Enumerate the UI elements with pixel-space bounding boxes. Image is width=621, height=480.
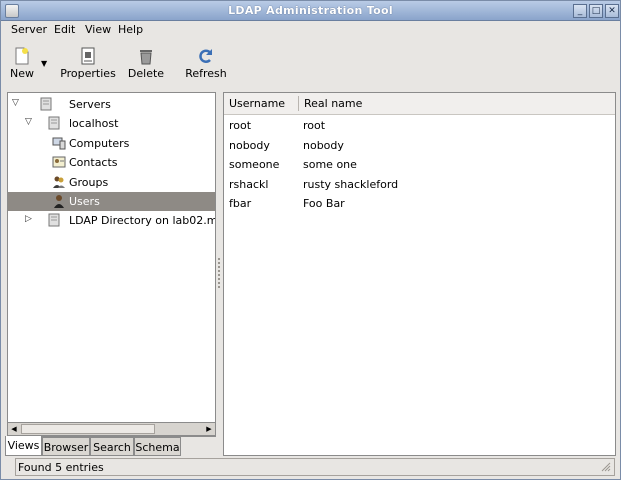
cell-realname: rusty shackleford <box>303 178 399 191</box>
server-icon <box>48 116 60 130</box>
menu-view[interactable]: View <box>85 23 111 36</box>
user-icon <box>54 195 64 208</box>
cell-username: root <box>229 119 252 132</box>
column-header-realname[interactable]: Real name <box>304 97 362 110</box>
entries-table[interactable]: Username Real name root root nobody nobo… <box>223 92 616 456</box>
tree-label-localhost: localhost <box>69 117 119 130</box>
window-title: LDAP Administration Tool <box>228 4 393 17</box>
close-button[interactable]: ✕ <box>605 4 619 18</box>
table-row[interactable]: root root <box>224 116 615 135</box>
tree-item-contacts[interactable]: Contacts <box>8 153 215 172</box>
properties-label: Properties <box>60 67 116 80</box>
status-text: Found 5 entries <box>18 461 104 474</box>
tree-item-users[interactable]: Users <box>8 192 215 211</box>
new-label: New <box>10 67 34 80</box>
tree-item-servers[interactable]: ▽ Servers <box>8 95 215 114</box>
resize-grip-icon[interactable] <box>601 462 611 472</box>
cell-username: nobody <box>229 139 270 152</box>
tree-label-contacts: Contacts <box>69 156 118 169</box>
table-row[interactable]: fbar Foo Bar <box>224 194 615 213</box>
app-window: LDAP Administration Tool _ □ ✕ Server Ed… <box>0 0 621 480</box>
properties-icon <box>81 47 95 65</box>
table-row[interactable]: someone some one <box>224 155 615 174</box>
cell-username: rshackl <box>229 178 269 191</box>
trash-icon <box>140 50 152 65</box>
scroll-left-arrow-icon[interactable]: ◀ <box>8 423 20 435</box>
status-bar: Found 5 entries <box>15 458 615 476</box>
new-dropdown-arrow-icon[interactable]: ▼ <box>41 59 47 68</box>
table-row[interactable]: nobody nobody <box>224 136 615 155</box>
cell-realname: root <box>303 119 326 132</box>
scrollbar-thumb[interactable] <box>21 424 155 434</box>
cell-realname: Foo Bar <box>303 197 345 210</box>
tab-views[interactable]: Views <box>5 436 42 456</box>
tree-item-ldap-directory[interactable]: ▷ LDAP Directory on lab02.mm <box>8 211 215 230</box>
refresh-icon <box>199 49 213 63</box>
tab-browser[interactable]: Browser <box>42 437 90 456</box>
group-icon <box>53 176 65 188</box>
computer-icon <box>52 137 66 150</box>
refresh-label: Refresh <box>185 67 227 80</box>
tree-label-groups: Groups <box>69 176 109 189</box>
cell-username: someone <box>229 158 280 171</box>
pane-splitter-handle[interactable] <box>217 256 221 292</box>
toolbar: New ▼ Properties Delete Refresh <box>1 41 620 87</box>
menu-help[interactable]: Help <box>118 23 143 36</box>
menu-edit[interactable]: Edit <box>54 23 75 36</box>
tree-horizontal-scrollbar[interactable]: ◀ ▶ <box>7 422 216 436</box>
titlebar[interactable]: LDAP Administration Tool _ □ ✕ <box>1 1 620 21</box>
tab-search[interactable]: Search <box>90 437 134 456</box>
tree-item-groups[interactable]: Groups <box>8 173 215 192</box>
server-icon <box>40 97 52 111</box>
collapsed-arrow-icon[interactable]: ▷ <box>25 214 32 224</box>
table-row[interactable]: rshackl rusty shackleford <box>224 175 615 194</box>
cell-realname: nobody <box>303 139 344 152</box>
tree-label-computers: Computers <box>69 137 130 150</box>
table-header: Username Real name <box>224 93 615 115</box>
tree-label-ldap-directory: LDAP Directory on lab02.mm <box>69 214 216 227</box>
new-document-icon <box>15 47 29 65</box>
minimize-button[interactable]: _ <box>573 4 587 18</box>
tree-label-users: Users <box>69 195 100 208</box>
tab-schema[interactable]: Schema <box>134 437 181 456</box>
cell-realname: some one <box>303 158 357 171</box>
refresh-button[interactable]: Refresh <box>185 47 227 80</box>
maximize-button[interactable]: □ <box>589 4 603 18</box>
cell-username: fbar <box>229 197 252 210</box>
column-divider[interactable] <box>298 96 299 111</box>
delete-button[interactable]: Delete <box>127 47 165 80</box>
tree-item-localhost[interactable]: ▽ localhost <box>8 114 215 133</box>
menubar: Server Edit View Help <box>1 21 620 39</box>
column-header-username[interactable]: Username <box>229 97 285 110</box>
delete-label: Delete <box>127 67 165 80</box>
expanded-arrow-icon[interactable]: ▽ <box>25 117 32 127</box>
server-icon <box>48 213 60 227</box>
tree-view[interactable]: ▽ Servers ▽ localhost Computers Contacts… <box>7 92 216 437</box>
tree-label-servers: Servers <box>69 98 111 111</box>
expanded-arrow-icon[interactable]: ▽ <box>12 98 19 108</box>
menu-server[interactable]: Server <box>11 23 47 36</box>
properties-button[interactable]: Properties <box>59 47 117 80</box>
new-button[interactable]: New <box>9 47 35 80</box>
tree-item-computers[interactable]: Computers <box>8 134 215 153</box>
scroll-right-arrow-icon[interactable]: ▶ <box>203 423 215 435</box>
contact-card-icon <box>52 156 66 168</box>
